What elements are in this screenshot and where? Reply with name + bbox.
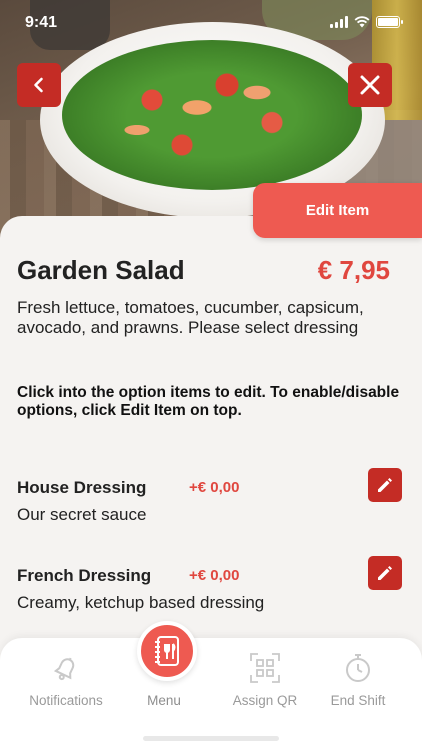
signal-icon — [330, 16, 348, 28]
item-title: Garden Salad — [17, 255, 185, 285]
back-button[interactable] — [17, 63, 61, 107]
nav-end-shift[interactable]: End Shift — [308, 638, 408, 750]
nav-notifications[interactable]: Notifications — [16, 638, 116, 750]
battery-icon — [376, 16, 403, 28]
bell-icon — [46, 648, 86, 688]
close-button[interactable] — [348, 63, 392, 107]
nav-label: Notifications — [29, 693, 103, 708]
status-icons — [330, 16, 403, 28]
nav-assign-qr[interactable]: Assign QR — [215, 638, 315, 750]
edit-item-button[interactable]: Edit Item — [253, 183, 422, 238]
edit-option-button[interactable] — [368, 468, 402, 502]
nav-label: Assign QR — [232, 693, 298, 708]
menu-book-icon — [155, 636, 179, 666]
status-bar: 9:41 — [0, 0, 422, 44]
chevron-left-icon — [34, 77, 43, 93]
qr-scan-icon — [245, 648, 285, 688]
pencil-icon — [378, 566, 392, 580]
nav-label: End Shift — [330, 693, 386, 708]
item-description: Fresh lettuce, tomatoes, cucumber, capsi… — [17, 298, 364, 337]
option-name: French Dressing — [17, 566, 152, 585]
home-indicator — [143, 736, 279, 741]
option-price: +€ 0,00 — [189, 479, 240, 496]
edit-option-button[interactable] — [368, 556, 402, 590]
salad — [62, 40, 362, 190]
option-description: Creamy, ketchup based dressing — [17, 593, 265, 612]
bottom-nav: Notifications Menu Assign QR End Shift — [0, 638, 422, 750]
option-name: House Dressing — [17, 478, 147, 497]
option-price: +€ 0,00 — [189, 567, 240, 584]
menu-tab-button[interactable] — [137, 621, 197, 681]
item-price: € 7,95 — [317, 255, 390, 285]
status-time: 9:41 — [25, 14, 58, 31]
option-description: Our secret sauce — [17, 505, 147, 524]
wifi-icon — [354, 16, 370, 28]
edit-hint: Click into the option items to edit. To … — [17, 384, 400, 419]
nav-label: Menu — [147, 693, 181, 708]
close-icon — [360, 75, 380, 95]
stopwatch-icon — [338, 648, 378, 688]
pencil-icon — [378, 478, 392, 492]
